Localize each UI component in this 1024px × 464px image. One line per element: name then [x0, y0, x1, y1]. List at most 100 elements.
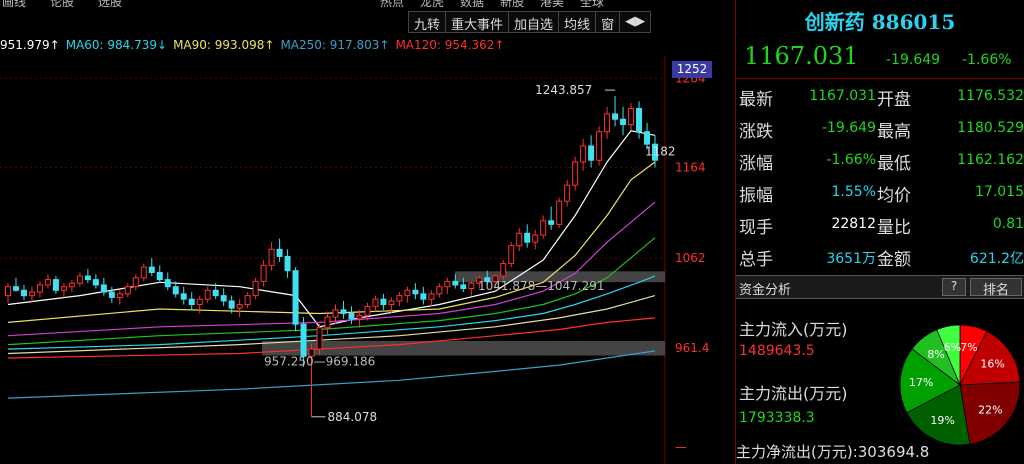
candle-body [540, 220, 547, 236]
kline-chart[interactable]: 126411641062961.4—1243.857884.0781182104… [0, 56, 735, 464]
add-watchlist-button[interactable]: 加自选 [508, 11, 560, 33]
candle-body [460, 284, 467, 290]
help-button[interactable]: ? [942, 278, 966, 296]
candle-body [516, 232, 523, 247]
candle-body [292, 270, 299, 325]
ma-legend-item: MA60: 984.739↓ [65, 38, 168, 52]
quote-value: 1180.529 [957, 120, 1024, 136]
pie-label: 6% [944, 341, 961, 354]
candle-body [588, 145, 595, 161]
y-tick-label: 1062 [675, 251, 706, 265]
inflow-value: 1489643.5 [739, 343, 815, 359]
candle-body [44, 279, 51, 286]
candle-body [220, 295, 227, 302]
menu-item[interactable]: 画线 [2, 0, 26, 8]
ma-legend-item: 951.979↑ [0, 38, 60, 52]
quote-row: 涨跌 -19.649 最高 1180.529 [736, 112, 1024, 144]
candle-body [404, 289, 411, 297]
y-tick-label: 1164 [675, 160, 706, 174]
ma-button[interactable]: 均线 [558, 11, 597, 33]
quote-value: 621.2亿 [969, 251, 1024, 267]
candle-body [428, 293, 435, 300]
quote-label: 总手 [739, 250, 773, 270]
candle-body [228, 300, 235, 309]
quote-row: 振幅 1.55% 均价 17.015 [736, 176, 1024, 208]
pie-label: 16% [980, 358, 1004, 371]
ma-line [7, 130, 656, 328]
quote-value: 1.55% [831, 184, 876, 200]
candle-body [76, 275, 83, 284]
quote-value: 0.81 [992, 216, 1024, 232]
candle-body [52, 279, 59, 291]
window-button[interactable]: 窗 [595, 11, 621, 33]
candle-body [420, 293, 427, 300]
separator [736, 78, 1024, 79]
quote-label: 涨跌 [739, 122, 773, 142]
candle-body [260, 264, 267, 282]
candle-body [252, 280, 259, 297]
rank-button[interactable]: 排名 [970, 278, 1022, 298]
candle-body [596, 131, 603, 161]
quote-label: 量比 [877, 218, 911, 238]
menu-item[interactable]: 新股 [500, 0, 524, 8]
candle-body [452, 280, 459, 286]
candle-body [580, 145, 587, 163]
candle-body [372, 298, 379, 307]
menu-item[interactable]: 热点 [380, 0, 404, 8]
candle-body [164, 279, 171, 288]
candle-body [236, 304, 243, 309]
candle-body [188, 298, 195, 306]
menu-item[interactable]: 港美 [540, 0, 564, 8]
nine-turn-button[interactable]: 九转 [408, 11, 447, 33]
candle-body [124, 286, 131, 295]
menu-item[interactable]: 全球 [580, 0, 604, 8]
candle-body [628, 108, 635, 126]
candle-body [556, 200, 563, 225]
quote-row: 最新 1167.031 开盘 1176.532 [736, 80, 1024, 112]
quote-label: 金额 [877, 250, 911, 270]
candle-body [508, 245, 515, 265]
quote-row: 涨幅 -1.66% 最低 1162.162 [736, 144, 1024, 176]
quote-value: -19.649 [821, 120, 876, 136]
candle-body [612, 113, 619, 120]
outflow-label: 主力流出(万元) [739, 384, 848, 403]
arrows-button[interactable]: ◀▶ [619, 11, 652, 33]
candle-body [636, 108, 643, 133]
candle-body [564, 184, 571, 202]
candle-body [212, 289, 219, 297]
candle-body [380, 298, 387, 306]
candle-body [132, 277, 139, 288]
menu-item[interactable]: 论股 [50, 0, 74, 8]
menu-item[interactable]: 数据 [460, 0, 484, 8]
quote-label: 最低 [877, 154, 911, 174]
candle-body [468, 282, 475, 290]
ma-legend: 951.979↑ MA60: 984.739↓ MA90: 993.098↑ MA25… [0, 38, 735, 54]
candle-body [156, 271, 163, 281]
quote-label: 现手 [739, 218, 773, 238]
candle-body [300, 323, 307, 357]
candle-body [276, 248, 283, 257]
quote-value: 3651万 [826, 251, 876, 267]
menu-item[interactable]: 选股 [98, 0, 122, 8]
pie-label: 19% [930, 414, 954, 427]
low-annotation: 884.078 [328, 410, 378, 424]
candle-body [284, 255, 291, 272]
quote-label: 涨幅 [739, 154, 773, 174]
menu-item[interactable]: 龙虎 [420, 0, 444, 8]
candle-body [620, 118, 627, 126]
candle-body [644, 131, 651, 145]
major-events-button[interactable]: 重大事件 [445, 11, 510, 33]
candle-body [84, 275, 91, 281]
candle-body [244, 295, 251, 306]
quote-value: 1167.031 [809, 88, 876, 104]
candle-body [436, 286, 443, 295]
candle-body [140, 266, 147, 279]
gap-annotation: 957.250—969.186 [264, 355, 375, 369]
candle-body [196, 298, 203, 306]
price-change: -19.649 [886, 52, 941, 68]
candle-body [20, 289, 27, 297]
ma-legend-item: MA120: 954.362↑ [395, 38, 505, 52]
candle-body [12, 286, 19, 291]
quote-label: 均价 [877, 186, 911, 206]
net-outflow-label: 主力净流出(万元): [736, 443, 858, 461]
